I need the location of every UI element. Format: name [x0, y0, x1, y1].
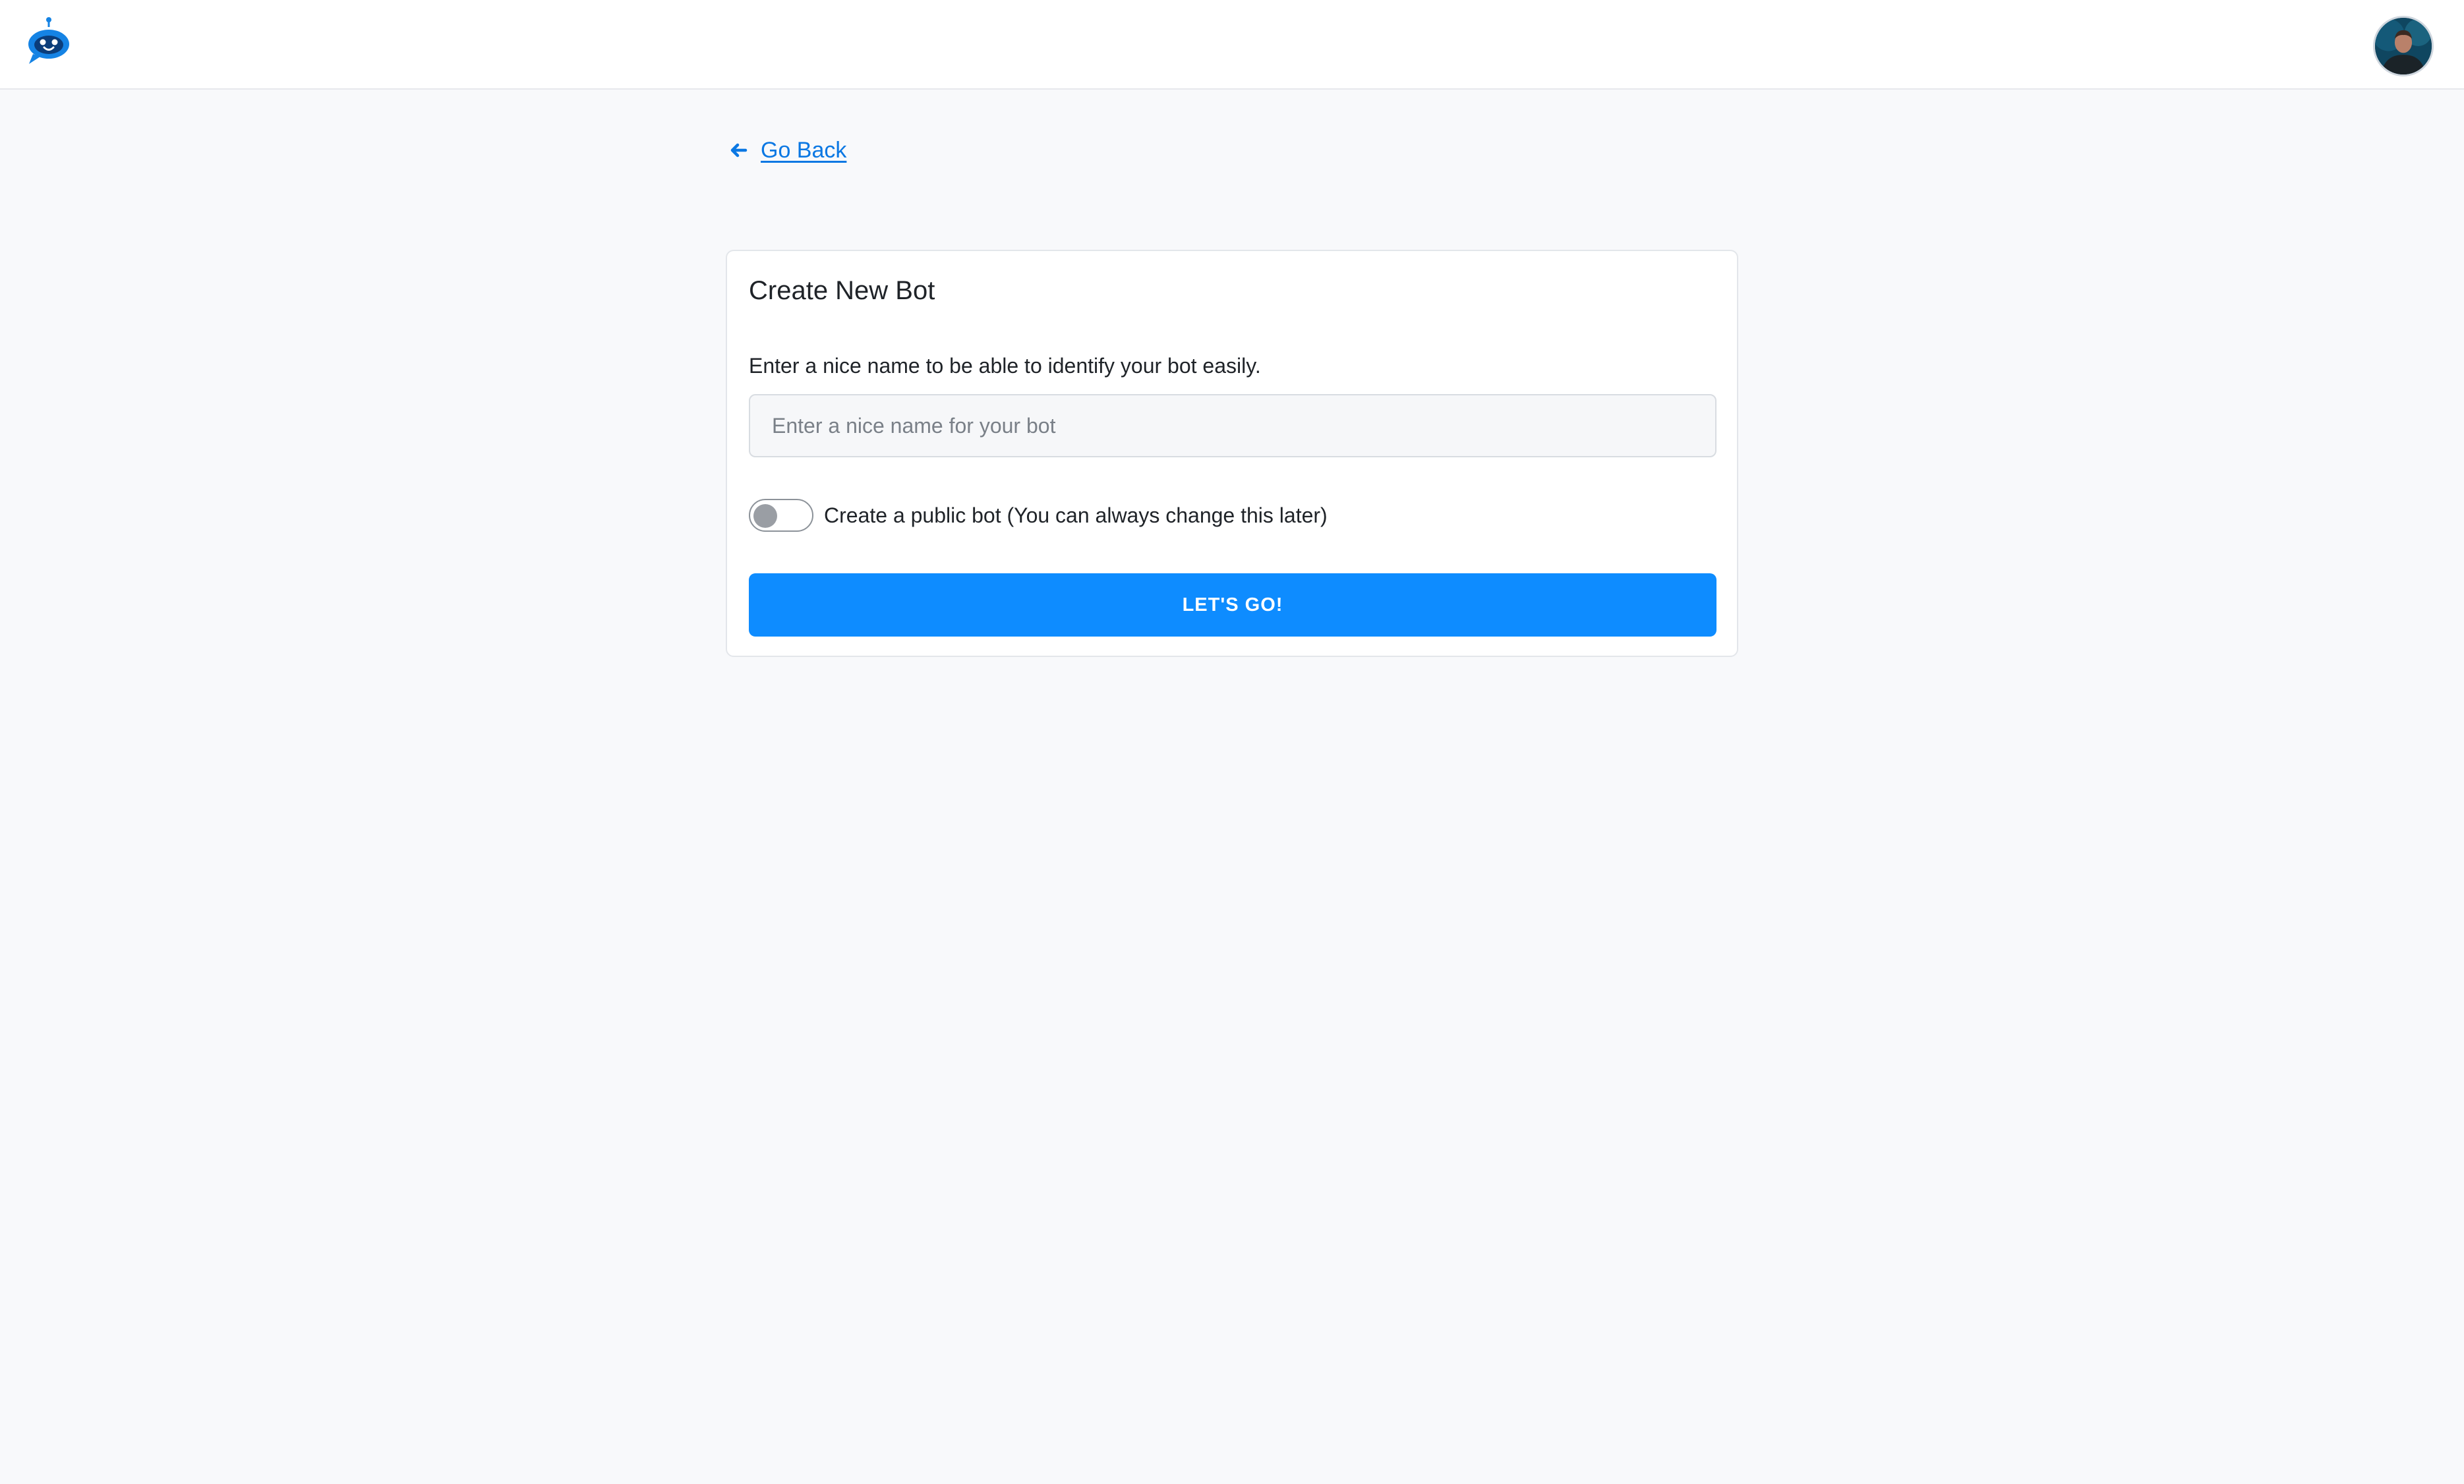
user-avatar[interactable] [2373, 16, 2434, 76]
person-avatar-icon [2375, 18, 2432, 74]
go-back-link[interactable]: Go Back [728, 134, 846, 166]
robot-logo-icon[interactable] [24, 16, 74, 66]
page-title: Create New Bot [749, 276, 935, 305]
bot-name-input[interactable] [749, 394, 1716, 457]
public-bot-toggle-label: Create a public bot (You can always chan… [824, 503, 1328, 527]
top-navigation-bar [0, 0, 2464, 90]
toggle-knob [753, 504, 777, 528]
go-back-label[interactable]: Go Back [761, 138, 846, 163]
public-bot-toggle-row: Create a public bot (You can always chan… [749, 498, 1328, 532]
arrow-left-icon [730, 143, 748, 157]
bot-name-label: Enter a nice name to be able to identify… [749, 354, 1261, 378]
public-bot-toggle[interactable] [749, 499, 813, 532]
lets-go-button[interactable]: LET'S GO! [749, 573, 1716, 637]
create-bot-card: Create New Bot Enter a nice name to be a… [726, 250, 1738, 657]
